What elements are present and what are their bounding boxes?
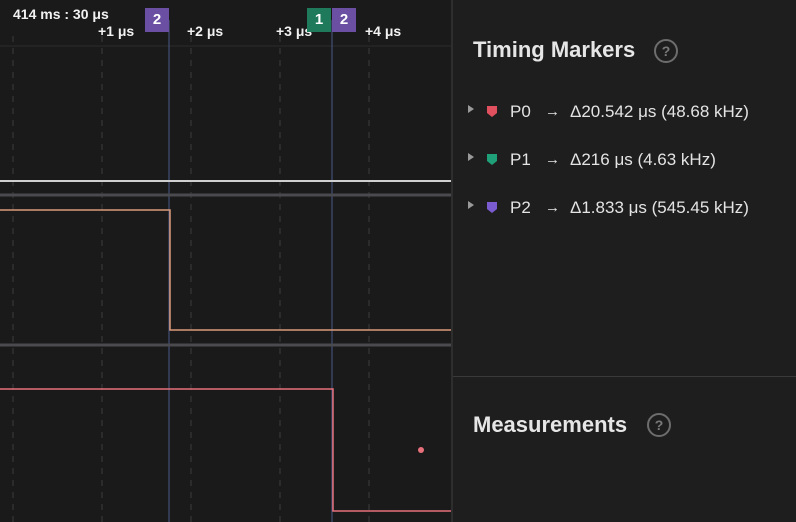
- marker-flag-1[interactable]: 1: [307, 8, 331, 32]
- chevron-right-icon[interactable]: [467, 150, 477, 161]
- marker-name: P2: [510, 198, 531, 217]
- marker-pin-icon: [487, 202, 497, 214]
- arrow-right-icon: →: [545, 199, 560, 216]
- measurements-title: Measurements: [473, 412, 628, 437]
- timing-markers-section: Timing Markers ? P0 → Δ20.542 μs (48.68 …: [453, 0, 796, 376]
- time-origin-label: 414 ms : 30 μs: [13, 6, 109, 22]
- tick-label-4: +4 μs: [365, 23, 402, 39]
- channel-1-trace: [0, 209, 451, 331]
- marker-name: P1: [510, 150, 531, 169]
- chevron-right-icon[interactable]: [467, 102, 477, 113]
- marker-delta-value: Δ20.542 μs (48.68 kHz): [570, 102, 749, 121]
- waveform-view[interactable]: 414 ms : 30 μs +1 μs +2 μs +3 μs +4 μs 2…: [0, 0, 451, 522]
- sample-dot: [418, 447, 424, 453]
- marker-name: P0: [510, 102, 531, 121]
- marker-flag-2-left[interactable]: 2: [145, 8, 169, 32]
- marker-delta-value: Δ1.833 μs (545.45 kHz): [570, 198, 749, 217]
- tick-label-2: +2 μs: [187, 23, 224, 39]
- marker-flag-2-right[interactable]: 2: [332, 8, 356, 32]
- arrow-right-icon: →: [545, 103, 560, 120]
- marker-row-p2[interactable]: P2 → Δ1.833 μs (545.45 kHz): [467, 195, 787, 221]
- marker-pin-icon: [487, 106, 497, 118]
- timing-markers-title: Timing Markers: [473, 37, 636, 62]
- waveform-canvas[interactable]: [0, 0, 451, 522]
- marker-delta-value: Δ216 μs (4.63 kHz): [570, 150, 716, 169]
- measurements-section: Measurements ?: [453, 377, 796, 522]
- channel-2-trace: [0, 388, 451, 512]
- marker-pin-icon: [487, 154, 497, 166]
- arrow-right-icon: →: [545, 151, 560, 168]
- marker-row-p1[interactable]: P1 → Δ216 μs (4.63 kHz): [467, 147, 787, 173]
- help-icon[interactable]: ?: [647, 413, 671, 437]
- marker-row-p0[interactable]: P0 → Δ20.542 μs (48.68 kHz): [467, 99, 787, 125]
- chevron-right-icon[interactable]: [467, 198, 477, 209]
- side-panel: Timing Markers ? P0 → Δ20.542 μs (48.68 …: [453, 0, 796, 522]
- tick-label-1: +1 μs: [98, 23, 135, 39]
- help-icon[interactable]: ?: [654, 39, 678, 63]
